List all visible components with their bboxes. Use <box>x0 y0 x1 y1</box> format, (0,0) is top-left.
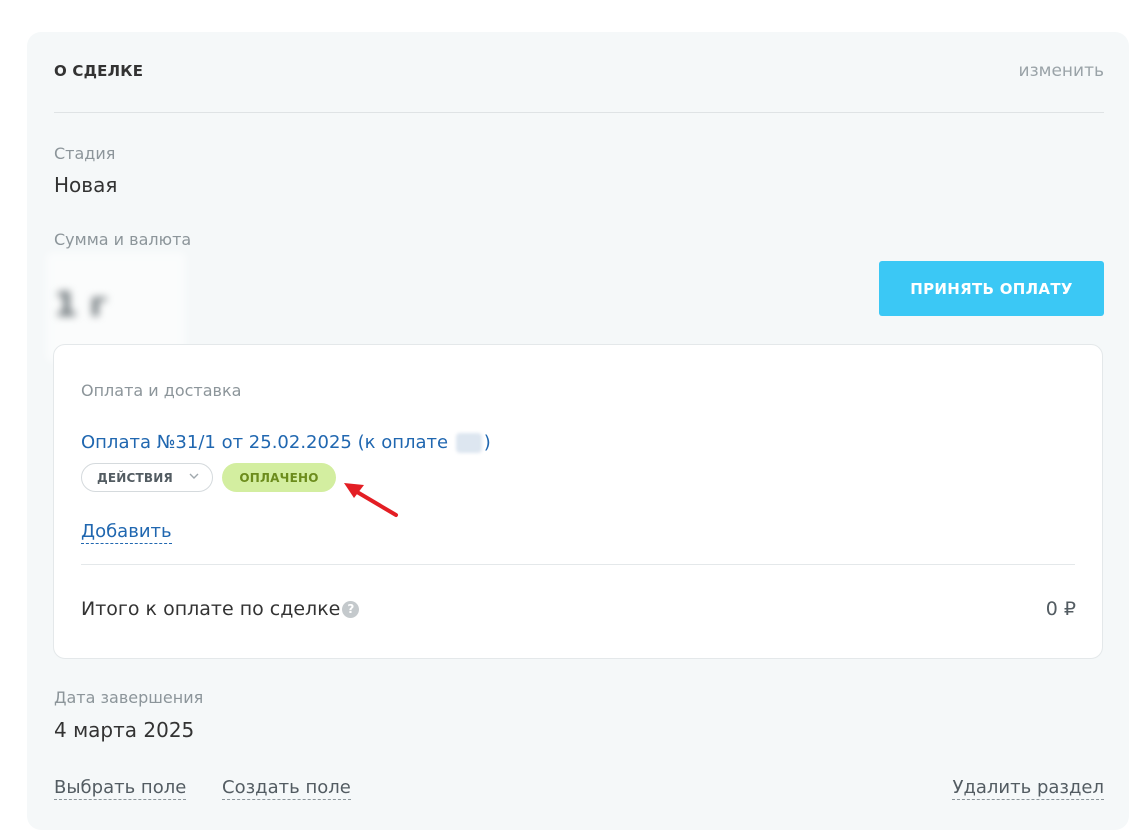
paid-status-text: ОПЛАЧЕНО <box>239 470 319 485</box>
amount-value[interactable]: 1 г <box>54 285 107 325</box>
payment-amount-blur <box>455 433 482 453</box>
card-divider <box>81 564 1075 565</box>
actions-label: ДЕЙСТВИЯ <box>97 470 173 485</box>
accept-payment-button[interactable]: ПРИНЯТЬ ОПЛАТУ <box>879 261 1104 316</box>
payment-delivery-card: Оплата и доставка Оплата №31/1 от 25.02.… <box>53 344 1103 659</box>
total-label: Итого к оплате по сделке <box>81 598 341 620</box>
help-icon[interactable]: ? <box>342 600 360 618</box>
amount-label: Сумма и валюта <box>54 230 192 249</box>
payment-link-text: Оплата №31/1 от 25.02.2025 (к оплате <box>81 432 454 453</box>
section-title: О СДЕЛКЕ <box>54 62 144 80</box>
payment-link-suffix: ) <box>483 432 491 453</box>
total-row: Итого к оплате по сделке ? <box>81 598 360 620</box>
section-header: О СДЕЛКЕ изменить <box>54 61 1104 113</box>
end-date-value[interactable]: 4 марта 2025 <box>54 718 194 742</box>
actions-dropdown[interactable]: ДЕЙСТВИЯ <box>81 463 213 492</box>
create-field-link[interactable]: Создать поле <box>222 777 351 800</box>
payment-delivery-label: Оплата и доставка <box>81 381 242 400</box>
paid-status-badge: ОПЛАЧЕНО <box>222 463 336 492</box>
payment-link[interactable]: Оплата №31/1 от 25.02.2025 (к оплате ) <box>81 432 491 453</box>
annotation-arrow-icon <box>344 483 398 517</box>
stage-label: Стадия <box>54 144 116 163</box>
deal-section: О СДЕЛКЕ изменить Стадия Новая Сумма и в… <box>27 32 1129 830</box>
total-value: 0 ₽ <box>1045 598 1076 620</box>
delete-section-link[interactable]: Удалить раздел <box>952 777 1104 800</box>
add-payment-link[interactable]: Добавить <box>81 521 172 544</box>
top-edge <box>0 0 1134 20</box>
stage-value[interactable]: Новая <box>54 173 117 197</box>
edit-section-link[interactable]: изменить <box>1019 61 1104 81</box>
select-field-link[interactable]: Выбрать поле <box>54 777 187 800</box>
end-date-label: Дата завершения <box>54 688 204 707</box>
chevron-down-icon <box>189 473 199 479</box>
